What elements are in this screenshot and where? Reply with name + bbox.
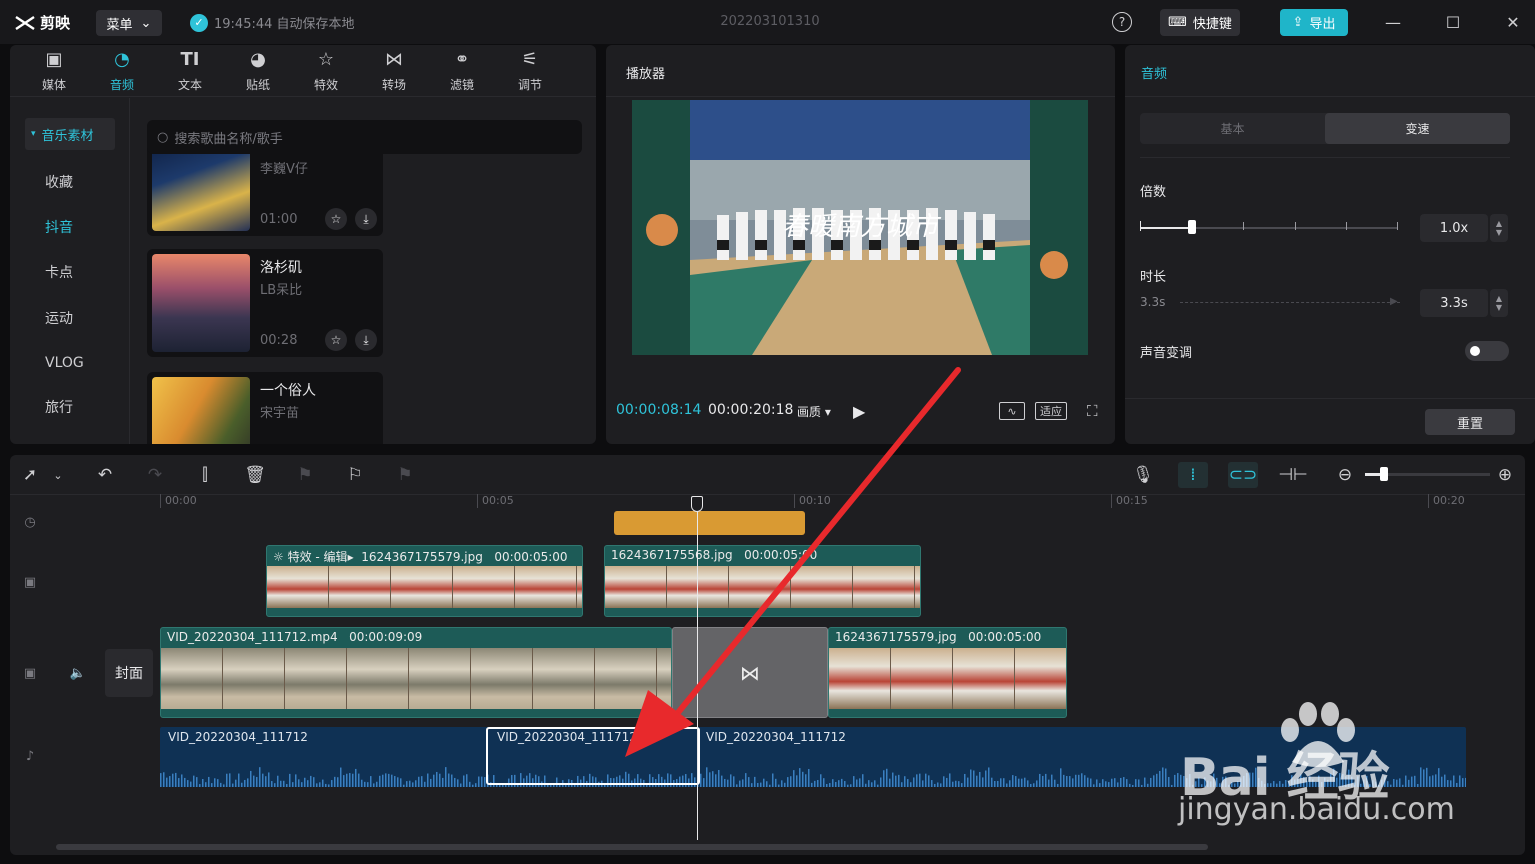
watermark-url: jingyan.baidu.com — [1178, 792, 1455, 827]
